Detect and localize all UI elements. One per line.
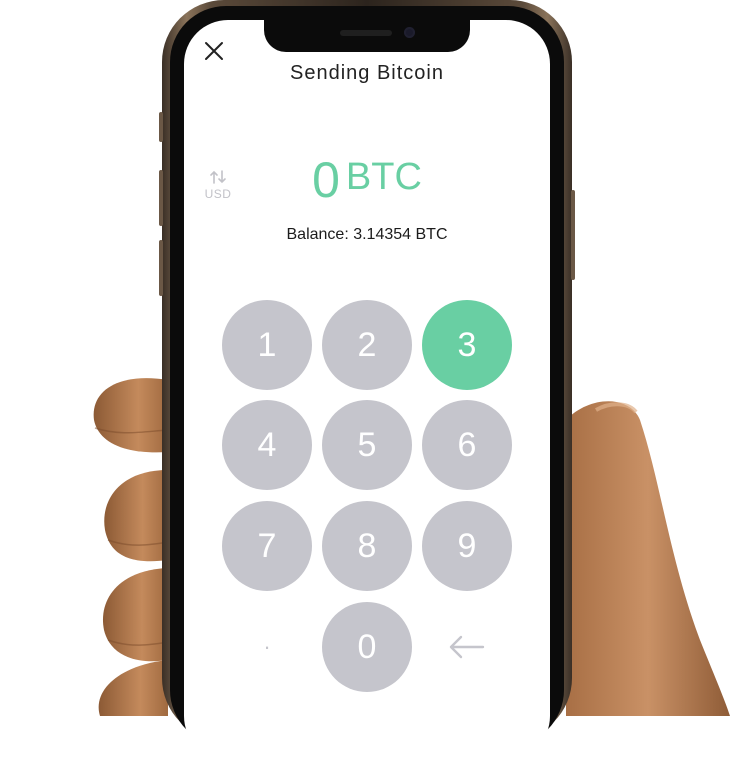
volume-up-button (159, 170, 163, 226)
key-4[interactable]: 4 (222, 400, 312, 490)
key-9[interactable]: 9 (422, 501, 512, 591)
front-camera (404, 27, 415, 38)
currency-toggle[interactable]: USD (200, 170, 236, 206)
key-6[interactable]: 6 (422, 400, 512, 490)
speaker (340, 30, 392, 36)
key-1[interactable]: 1 (222, 300, 312, 390)
close-icon (205, 42, 223, 60)
key-2[interactable]: 2 (322, 300, 412, 390)
backspace-arrow-icon (449, 635, 485, 659)
key-0[interactable]: 0 (322, 602, 412, 692)
key-decimal[interactable]: · (222, 602, 312, 692)
volume-down-button (159, 240, 163, 296)
swap-vertical-icon (200, 170, 236, 187)
side-button (159, 112, 163, 142)
key-3[interactable]: 3 (422, 300, 512, 390)
amount-unit: BTC (345, 156, 422, 198)
backspace-button[interactable] (422, 602, 512, 692)
key-5[interactable]: 5 (322, 400, 412, 490)
key-7[interactable]: 7 (222, 501, 312, 591)
amount-value: 0 (312, 152, 340, 208)
amount-display: 0 BTC (184, 150, 550, 210)
power-button (571, 190, 575, 280)
key-8[interactable]: 8 (322, 501, 412, 591)
page-title: Sending Bitcoin (290, 62, 444, 84)
currency-toggle-label: USD (204, 187, 232, 201)
balance-text: Balance: 3.14354 BTC (286, 226, 448, 243)
close-button[interactable] (202, 39, 226, 63)
